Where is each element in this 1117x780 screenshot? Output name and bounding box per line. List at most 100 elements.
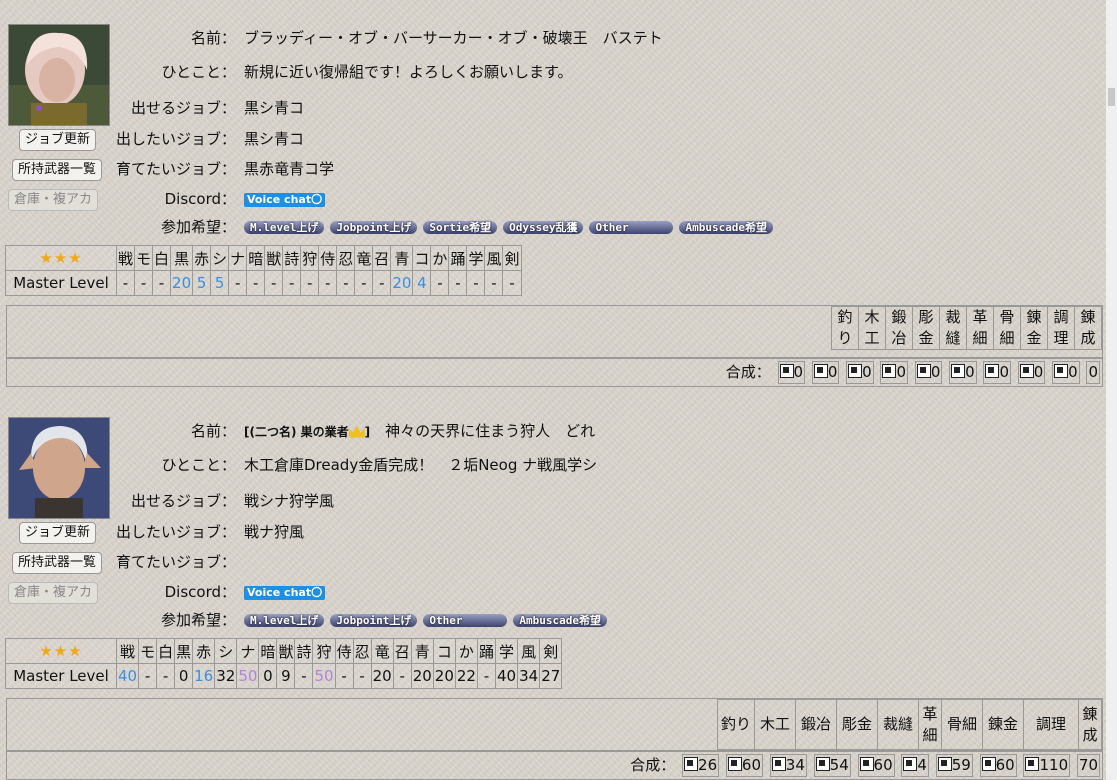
craft-name: 骨細 (993, 306, 1021, 350)
job-header: 忍 (352, 638, 372, 664)
job-level: 20 (170, 270, 194, 296)
want-job-label: 出したいジョブ： (115, 523, 236, 541)
job-header: 獣 (276, 638, 296, 664)
craft-value: 60 (725, 754, 763, 777)
job-level: - (392, 663, 412, 689)
character-name: 神々の天界に住まう狩人 どれ (385, 422, 596, 440)
job-header: 黒 (170, 245, 194, 271)
want-job-row: 出したいジョブ： 黒シ青コ (0, 127, 304, 151)
character-title: [(二つ名) 巣の業者 (244, 425, 349, 439)
job-header: 踊 (476, 638, 497, 664)
tag-other: Other (589, 221, 674, 234)
craft-value: 0 (1017, 361, 1046, 384)
comment-text: 木工倉庫Dready金盾完成！ ２垢Neog ナ戦風学シ (244, 456, 598, 474)
craft-sum-label: 合成： (630, 756, 676, 774)
job-header: 獣 (264, 245, 284, 271)
want-job-value: 戦ナ狩風 (244, 523, 305, 541)
job-header: 侍 (334, 638, 354, 664)
job-header: 風 (484, 245, 504, 271)
master-stars: ★★★ (5, 638, 117, 664)
scrollbar-thumb[interactable] (1108, 88, 1115, 106)
can-job-label: 出せるジョブ： (130, 99, 236, 117)
job-level: - (502, 270, 522, 296)
job-header: 赤 (192, 245, 212, 271)
job-level: 34 (517, 663, 541, 689)
leathercraft-icon (951, 364, 966, 378)
craft-name: 革細 (918, 699, 942, 750)
clothcraft-icon (859, 757, 874, 771)
job-header: 剣 (502, 245, 522, 271)
craft-name: 錬金 (982, 699, 1024, 750)
job-level: 9 (276, 663, 296, 689)
job-level: - (336, 270, 356, 296)
discord-label: Discord： (164, 190, 236, 208)
craft-value: 0 (1086, 361, 1100, 384)
job-header: 赤 (192, 638, 216, 664)
grow-job-label: 育てたいジョブ： (115, 553, 236, 571)
master-level-label: Master Level (5, 270, 117, 296)
craft-name: 調理 (1047, 306, 1075, 350)
goldsmithing-icon (882, 364, 897, 378)
bonecraft-icon (985, 364, 1000, 378)
join-label: 参加希望： (160, 611, 236, 629)
tag-ambuscade: Ambuscade希望 (513, 614, 607, 627)
job-header: 竜 (354, 245, 374, 271)
job-level: - (318, 270, 338, 296)
job-header: 狩 (300, 245, 320, 271)
can-job-row: 出せるジョブ： 黒シ青コ (0, 96, 304, 120)
craft-name: 彫金 (836, 699, 878, 750)
job-level: - (448, 270, 468, 296)
craft-name: 彫金 (912, 306, 940, 350)
tag-ambuscade: Ambuscade希望 (679, 221, 774, 234)
master-level-table: ★★★ 戦 モ 白 黒 赤 シ ナ 暗 獣 詩 狩 侍 忍 竜 召 青 コ か … (5, 638, 563, 689)
craft-name: 木工 (754, 699, 796, 750)
fishing-icon (684, 757, 699, 771)
job-header: 剣 (539, 638, 563, 664)
alchemy-icon (1019, 364, 1034, 378)
craft-value: 0 (846, 361, 874, 384)
comment-row: ひとこと： 新規に近い復帰組です！よろしくお願いします。 (0, 60, 572, 84)
craft-names: 釣り 木工 鍛冶 彫金 裁縫 革細 骨細 錬金 調理 錬成 (717, 699, 1102, 750)
voice-chat-badge: Voice chat〇 (244, 192, 326, 207)
character-title-end: ] (364, 425, 371, 439)
job-level: - (372, 270, 392, 296)
job-header: 暗 (246, 245, 266, 271)
job-level: - (430, 270, 450, 296)
job-header: 詩 (282, 245, 302, 271)
discord-row: Discord： Voice chat〇 (0, 580, 326, 604)
job-header: 踊 (448, 245, 468, 271)
craft-value: 60 (857, 754, 895, 777)
name-row: 名前： ブラッディー・オブ・バーサーカー・オブ・破壊王 バステト (0, 26, 663, 50)
job-header: 黒 (174, 638, 194, 664)
job-header: 青 (410, 638, 434, 664)
craft-name: 骨細 (941, 699, 983, 750)
craft-value: 0 (880, 361, 909, 384)
job-level: - (354, 270, 374, 296)
tag-sortie: Sortie希望 (423, 221, 498, 234)
craft-value: 0 (914, 361, 943, 384)
name-label: 名前： (190, 29, 236, 47)
craft-name: 調理 (1023, 699, 1079, 750)
craft-header-box: 釣り 木工 鍛冶 彫金 裁縫 革細 骨細 錬金 調理 錬成 (6, 305, 1103, 358)
craft-value: 70 (1076, 754, 1100, 777)
job-level: 50 (236, 663, 260, 689)
join-label: 参加希望： (160, 218, 236, 236)
tag-odyssey: Odyssey乱獲 (503, 221, 584, 234)
job-header: 侍 (318, 245, 338, 271)
vertical-scrollbar[interactable] (1106, 0, 1117, 780)
discord-label: Discord： (164, 583, 236, 601)
comment-row: ひとこと： 木工倉庫Dready金盾完成！ ２垢Neog ナ戦風学シ (0, 453, 597, 477)
job-level: - (484, 270, 504, 296)
can-job-row: 出せるジョブ： 戦シナ狩学風 (0, 489, 334, 513)
woodworking-icon (813, 364, 828, 378)
tag-mlevel: M.level上げ (244, 221, 325, 234)
job-level: - (156, 663, 176, 689)
want-job-label: 出したいジョブ： (115, 130, 236, 148)
job-header: 暗 (258, 638, 278, 664)
craft-name: 錬成 (1078, 699, 1102, 750)
job-level: - (282, 270, 302, 296)
join-row: 参加希望： M.level上げ Jobpoint上げ Sortie希望 Odyssey… (0, 215, 779, 239)
job-level: 27 (539, 663, 563, 689)
job-header: シ (214, 638, 238, 664)
join-row: 参加希望： M.level上げ Jobpoint上げ Other Ambuscade希… (0, 608, 613, 632)
